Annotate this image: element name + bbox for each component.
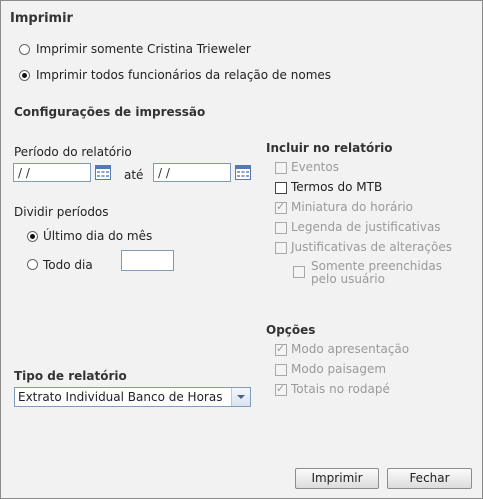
last-day-of-month-radio[interactable] [27,231,38,242]
report-type-select[interactable]: Extrato Individual Banco de Horas [14,387,251,407]
user-filled-only-checkbox[interactable] [293,266,305,278]
justification-legend-checkbox[interactable] [275,222,287,234]
events-checkbox[interactable] [275,162,287,174]
until-label: até [124,168,144,182]
close-button[interactable]: Fechar [387,468,472,489]
mtb-terms-checkbox[interactable] [275,182,287,194]
print-settings-heading: Configurações de impressão [14,105,206,119]
change-justifications-label: Justificativas de alterações [291,240,452,254]
mtb-terms-label[interactable]: Termos do MTB [291,180,382,194]
include-in-report-heading: Incluir no relatório [266,141,393,155]
print-all-employees-label[interactable]: Imprimir todos funcionários da relação d… [36,68,331,82]
period-end-input[interactable]: / / [153,163,231,182]
every-day-label[interactable]: Todo dia [43,258,93,272]
justification-legend-label: Legenda de justificativas [291,220,441,234]
change-justifications-checkbox[interactable] [275,242,287,254]
report-period-label: Período do relatório [14,145,132,159]
calendar-icon[interactable] [95,165,111,180]
divide-periods-label: Dividir períodos [14,205,109,219]
report-type-value: Extrato Individual Banco de Horas [18,390,223,404]
dialog-title: Imprimir [10,11,73,26]
presentation-mode-checkbox[interactable] [275,342,287,356]
print-all-employees-radio[interactable] [19,70,30,81]
print-only-employee-radio[interactable] [19,44,30,55]
schedule-thumbnail-label: Miniatura do horário [291,200,414,214]
chevron-down-icon[interactable] [231,388,250,406]
user-filled-only-label-line2: pelo usuário [311,272,385,286]
presentation-mode-label: Modo apresentação [291,342,410,356]
options-heading: Opções [266,323,316,337]
calendar-icon[interactable] [235,165,251,180]
landscape-mode-checkbox[interactable] [275,364,287,376]
last-day-of-month-label[interactable]: Último dia do mês [43,229,152,243]
print-dialog: Imprimir Imprimir somente Cristina Triew… [0,0,483,499]
report-type-label: Tipo de relatório [14,369,127,383]
landscape-mode-label: Modo paisagem [291,362,387,376]
footer-totals-label: Totais no rodapé [291,382,390,396]
events-label: Eventos [291,160,339,174]
user-filled-only-label-line1: Somente preenchidas [311,259,442,273]
footer-totals-checkbox[interactable] [275,382,287,396]
every-day-input[interactable] [121,250,174,271]
print-only-employee-label[interactable]: Imprimir somente Cristina Trieweler [36,42,251,56]
print-button[interactable]: Imprimir [295,468,379,489]
every-day-radio[interactable] [27,259,38,270]
schedule-thumbnail-checkbox[interactable] [275,200,287,214]
period-start-input[interactable]: / / [13,163,91,182]
